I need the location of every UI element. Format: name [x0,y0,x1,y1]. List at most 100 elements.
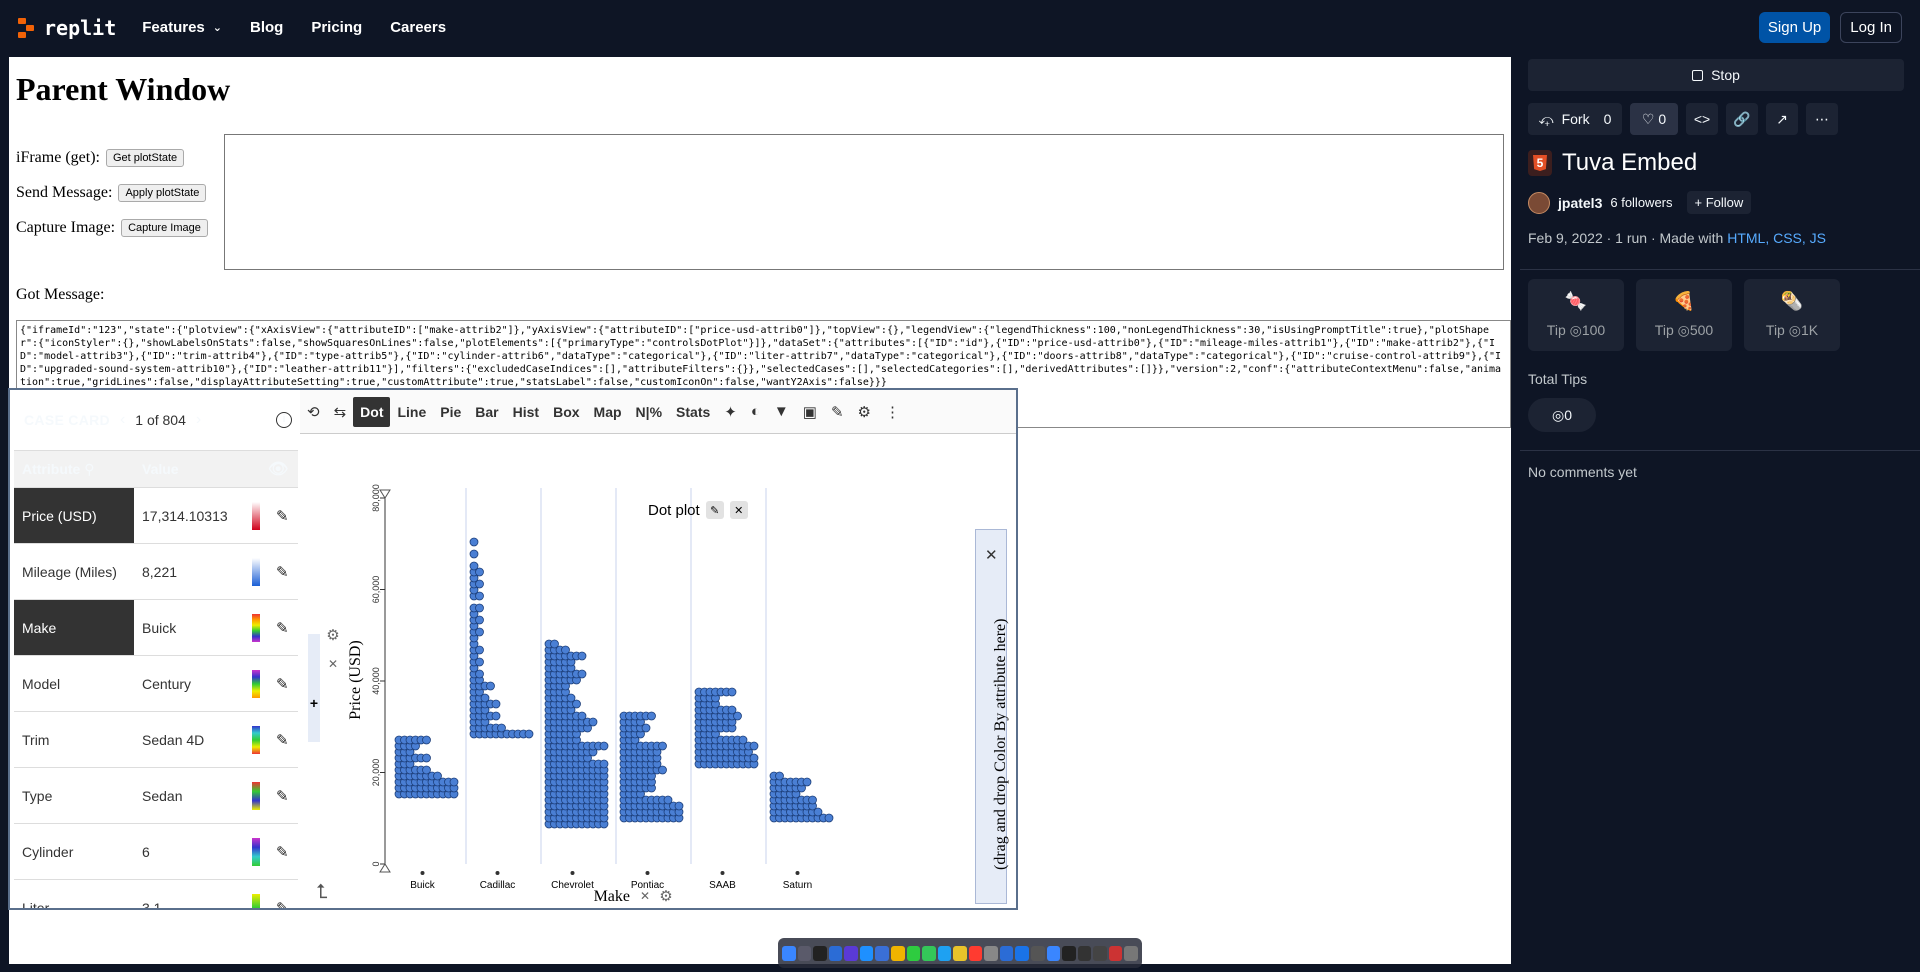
next-case-icon[interactable]: › [196,411,201,429]
edit-pencil-icon[interactable]: ✎ [276,507,289,525]
data-point[interactable] [449,777,459,787]
swap-axes-icon[interactable]: ⇆ [327,397,354,427]
nav-pricing[interactable]: Pricing [311,19,362,36]
data-point[interactable] [663,795,673,805]
data-point[interactable] [599,759,609,769]
tool-map[interactable]: Map [587,397,629,427]
camera-icon[interactable]: ▣ [796,397,824,427]
apply-plotstate-button[interactable]: Apply plotState [118,184,207,202]
color-swatch[interactable] [252,893,260,908]
data-point[interactable] [469,561,479,571]
nav-features[interactable]: Features ⌄ [142,19,222,36]
capture-image-button[interactable]: Capture Image [121,219,208,237]
like-button[interactable]: ♡ 0 [1630,103,1678,135]
dock-app-icon[interactable] [844,945,858,961]
data-point[interactable] [577,651,587,661]
dock-app-icon[interactable] [797,945,812,961]
data-point[interactable] [422,735,431,745]
axes-icon[interactable]: ⮤ [316,881,328,903]
tool-hist[interactable]: Hist [506,397,546,427]
more-horizontal-icon[interactable]: ⋯ [1806,103,1838,135]
dock-app-icon[interactable] [1124,945,1138,961]
undo-icon[interactable]: ⟲ [300,397,327,427]
dock-app-icon[interactable] [1015,945,1029,961]
data-point[interactable] [524,729,534,739]
language-links[interactable]: HTML, CSS, JS [1727,230,1826,246]
open-external-icon[interactable]: ↗ [1766,103,1798,135]
data-point[interactable] [802,777,812,787]
nav-blog[interactable]: Blog [250,19,283,36]
dock-app-icon[interactable] [1093,945,1107,961]
close-icon[interactable]: ✕ [640,889,650,903]
dock-app-icon[interactable] [1077,945,1092,961]
axis-max-handle[interactable] [379,489,391,499]
signup-button[interactable]: Sign Up [1758,12,1831,43]
tool-bar[interactable]: Bar [468,397,505,427]
dock-app-icon[interactable] [813,945,827,961]
data-point[interactable] [738,735,748,745]
dock-app-icon[interactable] [999,945,1014,961]
dock-app-icon[interactable] [922,945,936,961]
data-point[interactable] [775,771,784,781]
gear-icon[interactable]: ⚙ [659,888,672,905]
tool-line[interactable]: Line [390,397,433,427]
case-card-row[interactable]: Make Buick ✎ [14,600,298,656]
author-name[interactable]: jpatel3 [1558,195,1602,211]
edit-pencil-icon[interactable]: ✎ [276,619,289,637]
info-icon[interactable]: i [276,412,292,428]
data-point[interactable] [475,603,484,613]
dock-app-icon[interactable] [937,945,952,961]
data-point[interactable] [550,639,559,649]
dock-app-icon[interactable] [968,945,983,961]
attribute-name[interactable]: Make [14,600,134,655]
magic-wand-icon[interactable]: ✦ [717,397,744,427]
dock-app-icon[interactable] [1062,945,1076,961]
tip-1k-button[interactable]: 🌯 Tip ◎1K [1744,279,1840,351]
case-card-row[interactable]: Type Sedan ✎ [14,768,298,824]
color-swatch[interactable] [252,557,260,586]
data-point[interactable] [727,705,737,715]
color-by-dropzone[interactable]: ✕ (drag and drop Color By attribute here… [975,529,1009,904]
data-point[interactable] [674,801,684,811]
search-icon[interactable]: ⚲ [84,461,94,477]
edit-pencil-icon[interactable]: ✎ [276,843,289,861]
attribute-name[interactable]: Mileage (Miles) [14,544,134,599]
edit-pencil-icon[interactable]: ✎ [276,563,289,581]
color-swatch[interactable] [252,837,260,866]
tip-100-button[interactable]: 🍬 Tip ◎100 [1528,279,1624,351]
color-swatch[interactable] [252,501,260,530]
dock-app-icon[interactable] [1046,945,1061,961]
dock-app-icon[interactable] [859,945,874,961]
data-point[interactable] [749,741,759,751]
data-point[interactable] [658,741,667,751]
prev-case-icon[interactable]: ‹ [120,411,125,429]
data-point[interactable] [469,537,479,547]
case-card-row[interactable]: Cylinder 6 ✎ [14,824,298,880]
data-point[interactable] [808,795,817,805]
color-swatch[interactable] [252,781,260,810]
data-point[interactable] [599,741,609,751]
data-point[interactable] [486,681,495,691]
dock-app-icon[interactable] [828,945,843,961]
attribute-name[interactable]: Liter [14,880,134,909]
axis-min-handle[interactable] [379,863,391,873]
tool-stats[interactable]: Stats [669,397,717,427]
edit-pencil-icon[interactable]: ✎ [276,731,289,749]
link-icon[interactable]: 🔗 [1726,103,1758,135]
case-card-row[interactable]: Price (USD) 17,314.10313 ✎ [14,488,298,544]
dock-app-icon[interactable] [906,945,921,961]
stop-button[interactable]: Stop [1528,59,1904,91]
color-swatch[interactable] [252,725,260,754]
dock-app-icon[interactable] [890,945,905,961]
data-point[interactable] [577,669,587,679]
edit-pencil-icon[interactable]: ✎ [276,787,289,805]
data-point[interactable] [491,699,501,709]
dock-app-icon[interactable] [953,945,967,961]
y-axis-label[interactable]: Price (USD) [347,640,364,720]
dock-app-icon[interactable] [984,945,998,961]
attribute-name[interactable]: Price (USD) [14,488,134,543]
gear-icon[interactable]: ⚙ [326,627,339,644]
color-swatch[interactable] [252,613,260,642]
shape-icon[interactable]: ◐ [744,397,767,427]
tool-pie[interactable]: Pie [433,397,468,427]
